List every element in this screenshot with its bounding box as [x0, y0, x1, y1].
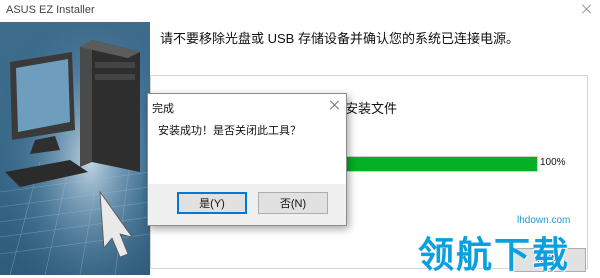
progress-fill — [341, 157, 537, 171]
instruction-text: 请不要移除光盘或 USB 存储设备并确认您的系统已连接电源。 — [160, 31, 519, 46]
group-title: 安装文件 — [345, 101, 398, 116]
yes-button[interactable]: 是(Y) — [177, 192, 247, 214]
no-button[interactable]: 否(N) — [258, 192, 328, 214]
dialog-message: 安装成功！是否关闭此工具？ — [158, 125, 301, 137]
completion-dialog: 完成 安装成功！是否关闭此工具？ 是(Y) 否(N) — [147, 93, 347, 226]
dialog-footer: 是(Y) 否(N) — [148, 184, 346, 225]
title-bar: ASUS EZ Installer — [0, 0, 600, 22]
installer-window: ASUS EZ Installer 请不要移除光盘或 USB 存储设备并确认您的… — [0, 0, 600, 276]
dialog-title: 完成 — [152, 103, 174, 115]
close-icon[interactable] — [582, 4, 592, 14]
watermark-text: 领航下载 — [418, 235, 571, 276]
progress-bar — [340, 156, 538, 172]
window-title: ASUS EZ Installer — [6, 4, 95, 16]
watermark-url: lhdown.com — [515, 215, 573, 226]
side-illustration — [0, 22, 150, 275]
close-icon[interactable] — [330, 100, 340, 110]
progress-percent: 100% — [540, 157, 566, 168]
